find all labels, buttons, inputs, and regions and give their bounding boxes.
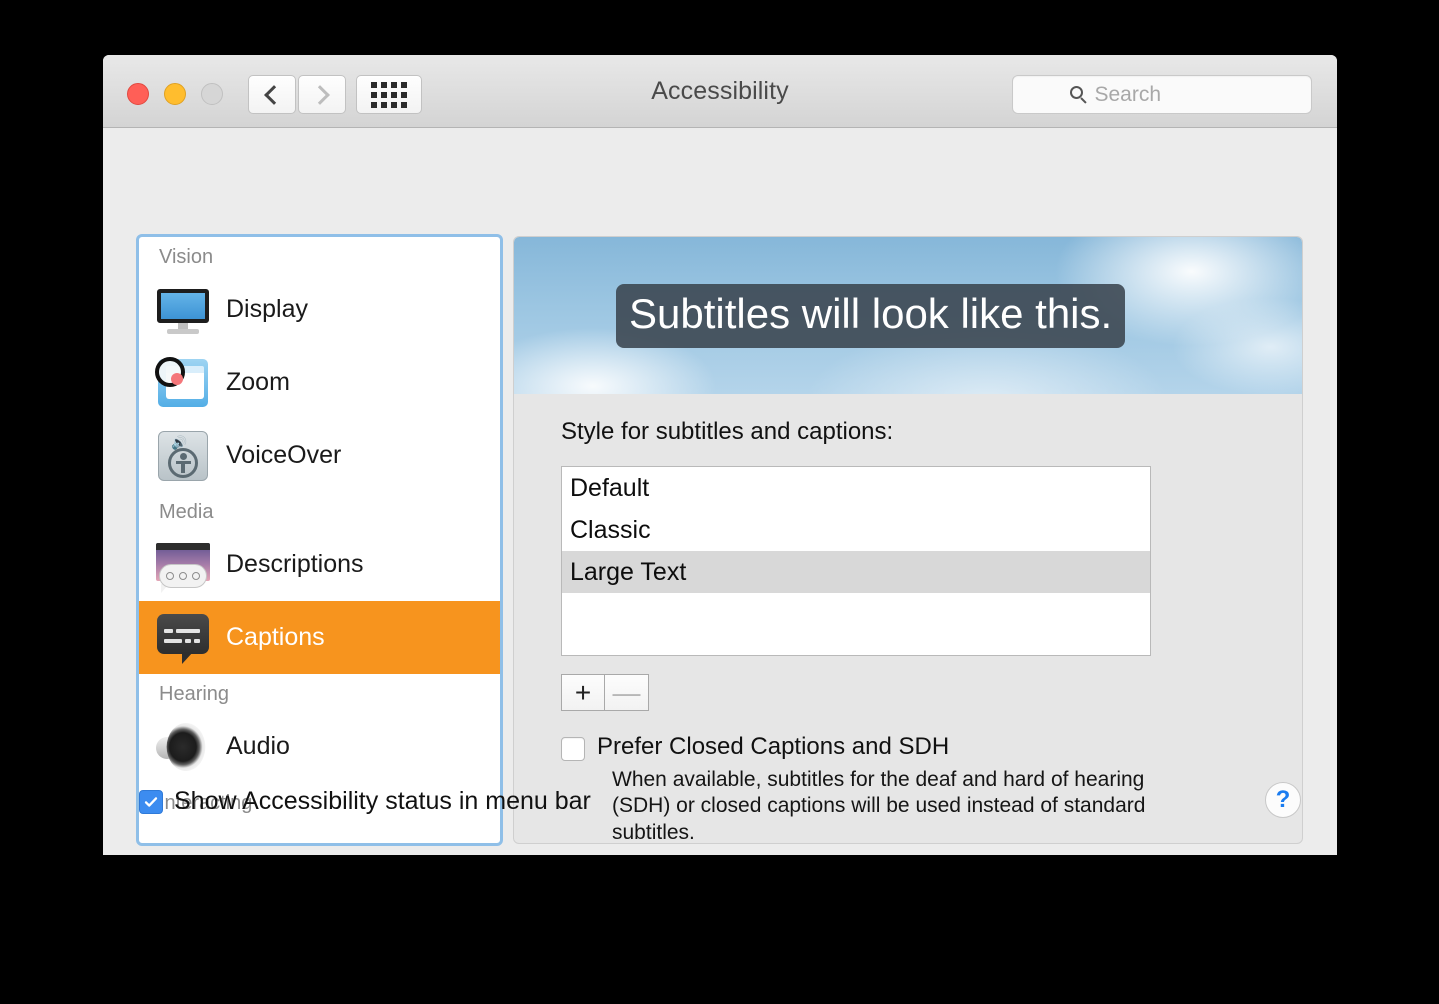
sidebar-item-label: VoiceOver [226, 441, 342, 469]
accessibility-feature-sidebar[interactable]: Vision Display Zoom 🔊 VoiceOver Media De… [136, 234, 503, 846]
voiceover-icon: 🔊 [154, 427, 212, 485]
show-status-menubar-row[interactable]: Show Accessibility status in menu bar [139, 787, 591, 816]
list-item[interactable]: Classic [562, 509, 1150, 551]
caption-style-list[interactable]: Default Classic Large Text [561, 466, 1151, 656]
add-style-button[interactable]: + [561, 674, 605, 711]
descriptions-icon [154, 536, 212, 594]
remove-style-button: — [605, 674, 649, 711]
sidebar-item-label: Zoom [226, 368, 290, 396]
sidebar-item-label: Descriptions [226, 550, 364, 578]
search-icon [1069, 86, 1087, 104]
window-footer: Show Accessibility status in menu bar ? [103, 765, 1337, 855]
sidebar-item-label: Captions [226, 623, 325, 651]
checkmark-icon [144, 796, 158, 807]
window-body: Vision Display Zoom 🔊 VoiceOver Media De… [103, 128, 1337, 855]
zoom-icon [154, 354, 212, 412]
accessibility-preferences-window: Accessibility Vision Display [103, 55, 1337, 855]
list-item[interactable]: Default [562, 467, 1150, 509]
window-titlebar: Accessibility [103, 55, 1337, 128]
prefer-sdh-label: Prefer Closed Captions and SDH [597, 733, 950, 760]
show-status-menubar-checkbox[interactable] [139, 789, 163, 814]
prefer-sdh-checkbox[interactable] [561, 737, 585, 761]
help-button[interactable]: ? [1265, 782, 1301, 818]
prefer-sdh-row[interactable]: Prefer Closed Captions and SDH [561, 733, 1302, 761]
sidebar-item-zoom[interactable]: Zoom [139, 346, 500, 419]
captions-settings-panel: Subtitles will look like this. Style for… [513, 236, 1303, 844]
captions-icon [154, 609, 212, 667]
search-field[interactable] [1012, 75, 1312, 114]
sidebar-item-label: Display [226, 295, 308, 323]
add-remove-button-group: + — [561, 674, 1302, 711]
sidebar-group-hearing: Hearing [159, 683, 230, 705]
subtitle-preview-text: Subtitles will look like this. [616, 284, 1126, 349]
display-icon [154, 281, 212, 339]
sidebar-item-display[interactable]: Display [139, 273, 500, 346]
sidebar-group-vision: Vision [159, 246, 214, 268]
style-list-label: Style for subtitles and captions: [561, 418, 894, 445]
sidebar-item-voiceover[interactable]: 🔊 VoiceOver [139, 419, 500, 492]
subtitle-preview: Subtitles will look like this. [514, 237, 1302, 394]
sidebar-group-media: Media [159, 501, 214, 523]
sidebar-item-captions[interactable]: Captions [139, 601, 500, 674]
list-item[interactable]: Large Text [562, 551, 1150, 593]
sidebar-item-label: Audio [226, 732, 290, 760]
show-status-menubar-label: Show Accessibility status in menu bar [174, 787, 591, 815]
search-input[interactable] [1094, 82, 1255, 107]
sidebar-item-descriptions[interactable]: Descriptions [139, 528, 500, 601]
